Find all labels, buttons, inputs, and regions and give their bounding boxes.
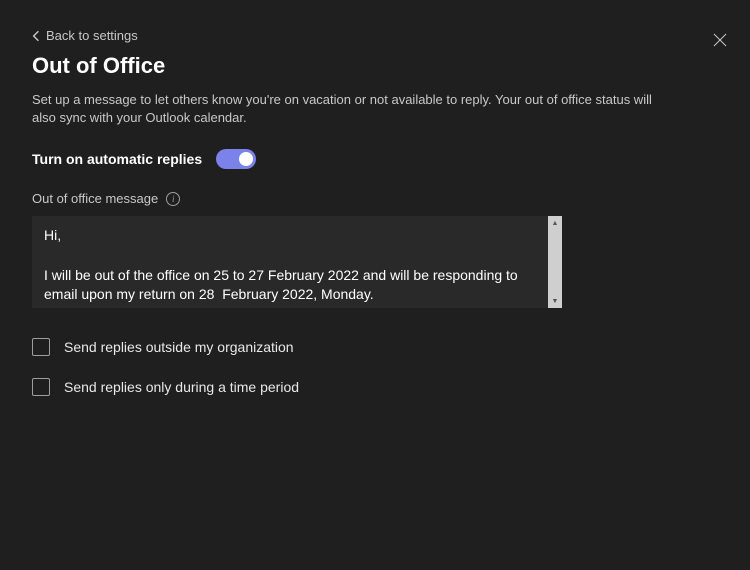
outside-org-checkbox-row: Send replies outside my organization [32, 338, 718, 356]
textarea-content: Hi, I will be out of the office on 25 to… [32, 216, 548, 308]
back-to-settings-link[interactable]: Back to settings [32, 28, 138, 43]
automatic-replies-toggle-label: Turn on automatic replies [32, 151, 202, 167]
close-button[interactable] [708, 28, 732, 52]
time-period-checkbox-row: Send replies only during a time period [32, 378, 718, 396]
message-field-label-row: Out of office message i [32, 191, 718, 206]
message-field-label: Out of office message [32, 191, 158, 206]
outside-org-checkbox[interactable] [32, 338, 50, 356]
time-period-checkbox-label: Send replies only during a time period [64, 379, 299, 395]
back-link-label: Back to settings [46, 28, 138, 43]
toggle-knob [239, 152, 253, 166]
automatic-replies-toggle-row: Turn on automatic replies [32, 149, 718, 169]
out-of-office-message-textarea[interactable]: Hi, I will be out of the office on 25 to… [32, 216, 562, 308]
scroll-down-icon[interactable]: ▼ [548, 294, 562, 308]
automatic-replies-toggle[interactable] [216, 149, 256, 169]
outside-org-checkbox-label: Send replies outside my organization [64, 339, 294, 355]
info-icon[interactable]: i [166, 192, 180, 206]
page-description: Set up a message to let others know you'… [32, 91, 672, 127]
chevron-left-icon [32, 30, 40, 42]
page-title: Out of Office [32, 53, 718, 79]
scroll-up-icon[interactable]: ▲ [548, 216, 562, 230]
scrollbar[interactable]: ▲ ▼ [548, 216, 562, 308]
time-period-checkbox[interactable] [32, 378, 50, 396]
close-icon [713, 33, 727, 47]
